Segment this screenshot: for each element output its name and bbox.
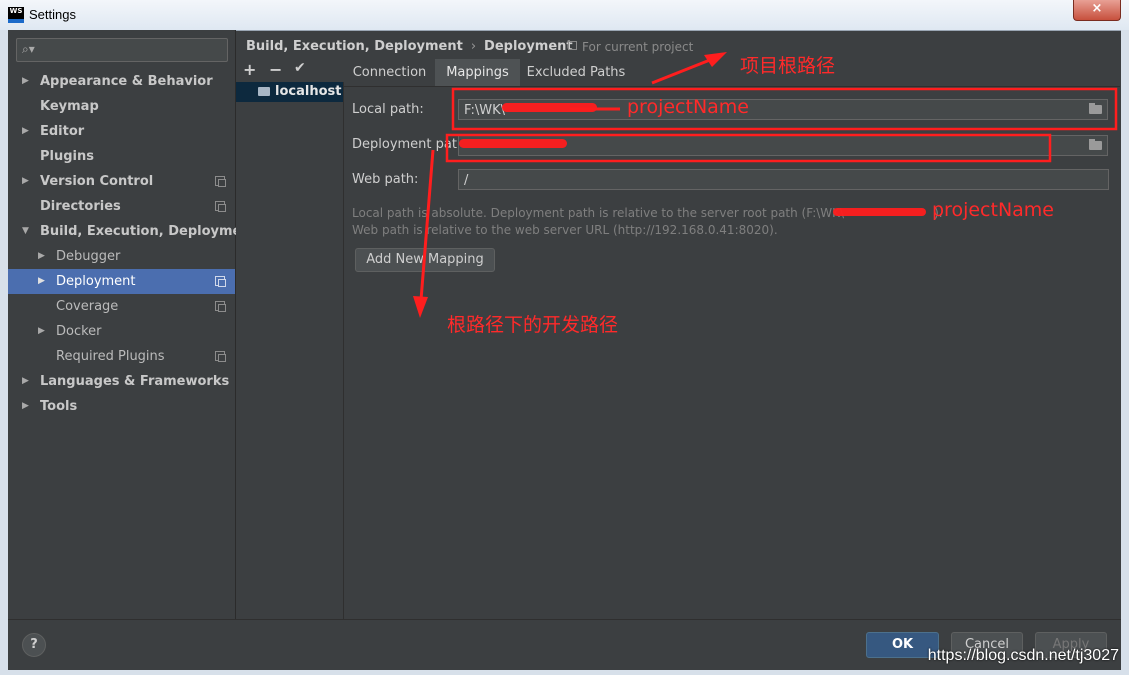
- sidebar-item-label: Keymap: [40, 99, 99, 114]
- sidebar-item-label: Languages & Frameworks: [40, 374, 230, 389]
- sidebar-item-languages-frameworks[interactable]: ▶ Languages & Frameworks: [8, 369, 235, 394]
- sidebar-item-label: Docker: [56, 324, 102, 339]
- sidebar-item-label: Build, Execution, Deployment: [40, 224, 257, 239]
- deployment-path-label: Deployment path:: [352, 137, 470, 152]
- sidebar-item-deployment[interactable]: ▶ Deployment: [8, 269, 235, 294]
- add-new-mapping-button[interactable]: Add New Mapping: [355, 248, 495, 272]
- sidebar-item-tools[interactable]: ▶ Tools: [8, 394, 235, 419]
- breadcrumb: Build, Execution, Deployment › Deployment: [246, 39, 573, 54]
- sidebar-item-editor[interactable]: ▶ Editor: [8, 119, 235, 144]
- project-scope-icon: [215, 176, 226, 187]
- redaction-scribble: [502, 103, 597, 112]
- close-window-button[interactable]: ×: [1073, 0, 1121, 21]
- title-bar: WS Settings ×: [0, 0, 1129, 31]
- breadcrumb-parent[interactable]: Build, Execution, Deployment: [246, 39, 463, 54]
- sidebar-item-label: Coverage: [56, 299, 119, 314]
- server-toolbar: + − ✔: [236, 60, 343, 82]
- sidebar-item-label: Debugger: [56, 249, 121, 264]
- sidebar-item-debugger[interactable]: ▶ Debugger: [8, 244, 235, 269]
- local-path-label: Local path:: [352, 102, 424, 117]
- sidebar-item-docker[interactable]: ▶ Docker: [8, 319, 235, 344]
- project-scope-icon: [568, 41, 577, 50]
- folder-browse-icon[interactable]: [1089, 103, 1102, 114]
- add-server-icon[interactable]: +: [243, 60, 256, 79]
- chevron-right-icon[interactable]: ▶: [38, 269, 45, 294]
- sidebar-item-version-control[interactable]: ▶ Version Control: [8, 169, 235, 194]
- redaction-scribble: [833, 208, 926, 216]
- chevron-right-icon[interactable]: ▶: [22, 69, 29, 94]
- settings-search-input[interactable]: ⌕▾: [16, 38, 228, 62]
- folder-browse-icon[interactable]: [1089, 139, 1102, 150]
- annotation-project-root: 项目根路径: [740, 55, 836, 77]
- sidebar-item-build-execution-deployment[interactable]: ▼ Build, Execution, Deployment: [8, 219, 257, 244]
- server-icon: [258, 87, 270, 96]
- window-frame-left: [0, 30, 8, 675]
- chevron-right-icon[interactable]: ▶: [22, 169, 29, 194]
- annotation-project-name-hint: projectName: [932, 199, 1054, 221]
- sidebar-item-label: Deployment: [56, 274, 136, 289]
- redaction-scribble: [459, 139, 567, 148]
- scope-note-label: For current project: [582, 40, 694, 54]
- close-icon: ×: [1091, 1, 1103, 16]
- server-label: localhost: [275, 84, 342, 99]
- breadcrumb-separator: ›: [470, 39, 477, 54]
- chevron-right-icon[interactable]: ▶: [38, 319, 45, 344]
- sidebar-item-keymap[interactable]: Keymap: [8, 94, 235, 119]
- project-scope-icon: [215, 301, 226, 312]
- sidebar-item-coverage[interactable]: Coverage: [8, 294, 235, 319]
- help-button[interactable]: ?: [22, 633, 46, 657]
- annotation-dev-path: 根路径下的开发路径: [447, 314, 619, 336]
- scope-note: For current project: [568, 40, 693, 54]
- project-scope-icon: [215, 201, 226, 212]
- window-title: Settings: [29, 7, 76, 22]
- local-path-value: F:\WK\: [464, 103, 505, 118]
- sidebar-item-label: Plugins: [40, 149, 94, 164]
- sidebar-item-label: Required Plugins: [56, 349, 165, 364]
- sidebar-item-required-plugins[interactable]: Required Plugins: [8, 344, 235, 369]
- server-list: localhost: [236, 82, 344, 619]
- path-hint-line-2: Web path is relative to the web server U…: [352, 223, 778, 237]
- tab-mappings[interactable]: Mappings: [435, 59, 520, 86]
- breadcrumb-current: Deployment: [484, 39, 573, 54]
- web-path-value: /: [464, 173, 469, 188]
- window-frame-right: [1121, 30, 1129, 675]
- chevron-down-icon[interactable]: ▼: [22, 219, 29, 244]
- web-path-field[interactable]: /: [458, 169, 1109, 190]
- search-icon: ⌕▾: [22, 42, 35, 56]
- sidebar-item-label: Appearance & Behavior: [40, 74, 213, 89]
- tab-connection[interactable]: Connection: [344, 59, 435, 86]
- sidebar-item-label: Version Control: [40, 174, 154, 189]
- sidebar-item-label: Tools: [40, 399, 78, 414]
- project-root-arrow-head: [704, 52, 727, 67]
- server-item-localhost[interactable]: localhost: [236, 82, 343, 102]
- dev-path-arrow-head: [413, 296, 428, 318]
- sidebar-item-label: Editor: [40, 124, 85, 139]
- sidebar-item-directories[interactable]: Directories: [8, 194, 235, 219]
- web-path-label: Web path:: [352, 172, 419, 187]
- settings-sidebar: ⌕▾ ▶ Appearance & Behavior Keymap ▶ Editor Pl…: [8, 30, 257, 619]
- source-watermark: https://blog.csdn.net/tj3027: [927, 647, 1119, 664]
- chevron-right-icon[interactable]: ▶: [22, 369, 29, 394]
- chevron-right-icon[interactable]: ▶: [38, 244, 45, 269]
- sidebar-item-label: Directories: [40, 199, 121, 214]
- sidebar-item-plugins[interactable]: Plugins: [8, 144, 235, 169]
- sidebar-item-appearance-behavior[interactable]: ▶ Appearance & Behavior: [8, 69, 235, 94]
- path-hint-text: Local path is absolute. Deployment path …: [352, 206, 845, 220]
- project-scope-icon: [215, 276, 226, 287]
- remove-server-icon[interactable]: −: [269, 60, 282, 79]
- chevron-right-icon[interactable]: ▶: [22, 394, 29, 419]
- annotation-project-name: projectName: [627, 96, 749, 118]
- set-default-server-icon[interactable]: ✔: [294, 60, 306, 76]
- webstorm-logo-icon: WS: [8, 7, 24, 23]
- tab-divider: [344, 86, 1120, 87]
- chevron-right-icon[interactable]: ▶: [22, 119, 29, 144]
- project-scope-icon: [215, 351, 226, 362]
- tab-excluded-paths[interactable]: Excluded Paths: [520, 59, 632, 86]
- project-root-arrow-line: [651, 54, 721, 85]
